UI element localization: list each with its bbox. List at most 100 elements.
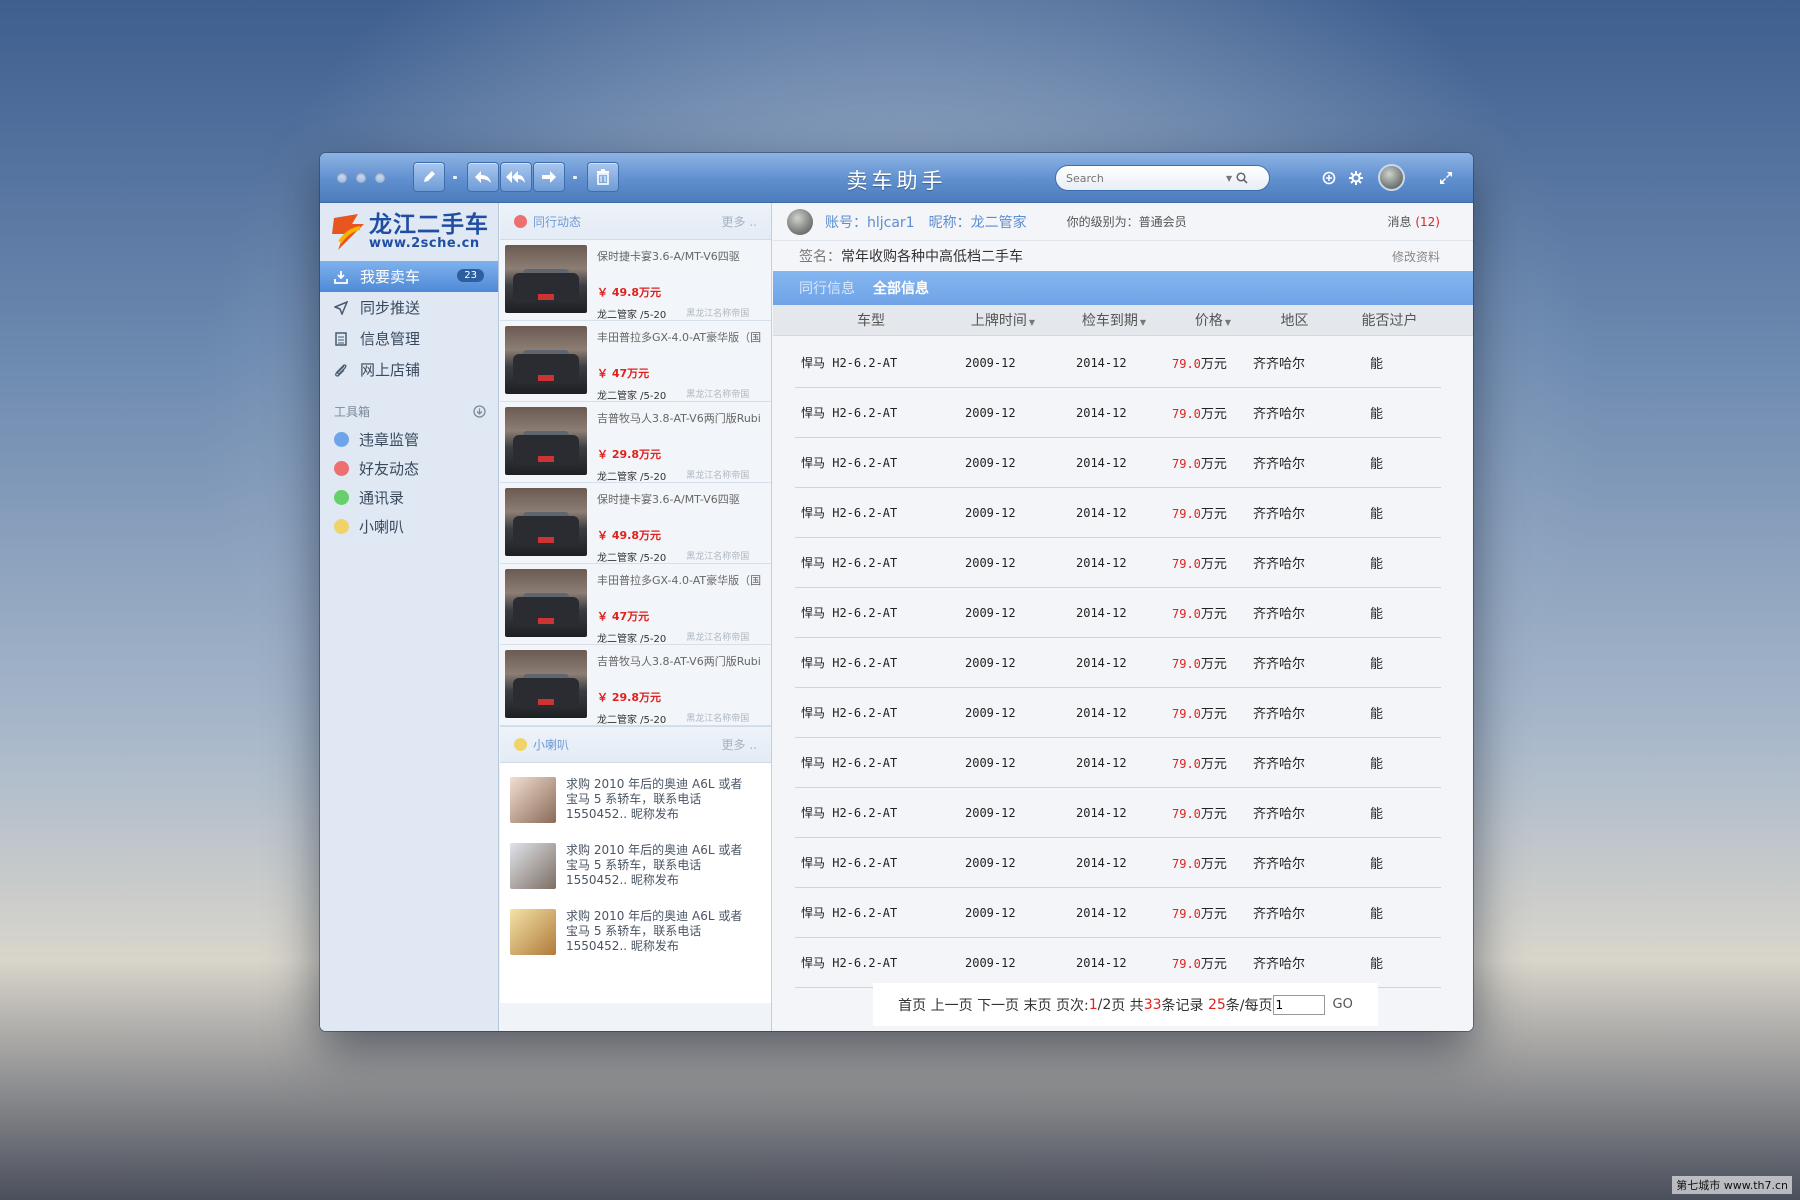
- tool-contacts[interactable]: 通讯录: [334, 483, 419, 512]
- cell-model: 悍马 H2-6.2-AT: [801, 756, 898, 770]
- add-icon[interactable]: [1320, 169, 1338, 187]
- search-input[interactable]: [1066, 171, 1226, 185]
- cell-inspection-date: 2014-12: [1076, 855, 1127, 870]
- cell-price-unit: 万元: [1200, 557, 1227, 572]
- search-icon[interactable]: [1236, 172, 1248, 184]
- search-box[interactable]: ▼: [1055, 165, 1270, 191]
- car-list-item[interactable]: 吉普牧马人3.8-AT-V6两门版Rubi ￥ 29.8万元 龙二管家 /5-20 黑…: [500, 402, 771, 483]
- sort-down-icon: ▼: [1224, 318, 1232, 327]
- tab-all-info[interactable]: 全部信息: [873, 278, 929, 298]
- cell-inspection-date: 2014-12: [1076, 655, 1127, 670]
- tab-peer-info[interactable]: 同行信息: [799, 278, 855, 298]
- table-row[interactable]: 悍马 H2-6.2-AT 2009-12 2014-12 79.0万元 齐齐哈尔 能: [795, 788, 1441, 838]
- cell-price-unit: 万元: [1200, 907, 1227, 922]
- document-icon: [332, 331, 350, 347]
- sidebar-item-info-manage[interactable]: 信息管理: [320, 323, 498, 354]
- per-page-suffix: 条/每页: [1225, 997, 1273, 1014]
- user-avatar[interactable]: [1378, 164, 1405, 191]
- car-photo[interactable]: [505, 488, 587, 556]
- car-photo[interactable]: [505, 326, 587, 394]
- col-transferable[interactable]: 能否过户: [1332, 310, 1447, 330]
- car-list-item[interactable]: 丰田普拉多GX-4.0-AT豪华版（国 ￥ 47万元 龙二管家 /5-20 黑龙江名称…: [500, 564, 771, 645]
- go-button[interactable]: GO: [1333, 997, 1353, 1012]
- search-dropdown-icon[interactable]: ▼: [1226, 174, 1232, 183]
- table-row[interactable]: 悍马 H2-6.2-AT 2009-12 2014-12 79.0万元 齐齐哈尔 能: [795, 938, 1441, 988]
- poster-avatar[interactable]: [510, 843, 556, 889]
- fullscreen-icon[interactable]: [1437, 169, 1455, 187]
- more-link[interactable]: 更多 ..: [722, 736, 757, 753]
- car-list-item[interactable]: 吉普牧马人3.8-AT-V6两门版Rubi ￥ 29.8万元 龙二管家 /5-20 黑…: [500, 645, 771, 726]
- car-title[interactable]: 保时捷卡宴3.6-A/MT-V6四驱: [597, 491, 762, 507]
- car-list-item[interactable]: 保时捷卡宴3.6-A/MT-V6四驱 ￥ 49.8万元 龙二管家 /5-20 黑龙江名…: [500, 483, 771, 564]
- car-list-item[interactable]: 丰田普拉多GX-4.0-AT豪华版（国 ￥ 47万元 龙二管家 /5-20 黑龙江名称…: [500, 321, 771, 402]
- car-title[interactable]: 丰田普拉多GX-4.0-AT豪华版（国: [597, 572, 762, 588]
- nickname-label: 昵称：龙二管家: [928, 214, 1027, 231]
- cell-price: 79.0: [1172, 757, 1201, 771]
- cell-price: 79.0: [1172, 807, 1201, 821]
- more-link[interactable]: 更多 ..: [722, 213, 757, 230]
- table-row[interactable]: 悍马 H2-6.2-AT 2009-12 2014-12 79.0万元 齐齐哈尔 能: [795, 638, 1441, 688]
- red-dot-icon: [514, 214, 527, 228]
- col-model[interactable]: 车型: [795, 310, 947, 330]
- tool-friend-feed[interactable]: 好友动态: [334, 454, 419, 483]
- page-number-input[interactable]: [1272, 994, 1325, 1015]
- car-photo[interactable]: [505, 650, 587, 718]
- cell-transferable: 能: [1370, 957, 1384, 972]
- car-price: ￥ 49.8万元: [597, 286, 661, 299]
- car-list-item[interactable]: 保时捷卡宴3.6-A/MT-V6四驱 ￥ 49.8万元 龙二管家 /5-20 黑龙江名…: [500, 240, 771, 321]
- cell-inspection-date: 2014-12: [1076, 505, 1127, 520]
- table-row[interactable]: 悍马 H2-6.2-AT 2009-12 2014-12 79.0万元 齐齐哈尔 能: [795, 488, 1441, 538]
- col-region[interactable]: 地区: [1257, 310, 1332, 330]
- col-inspection-date[interactable]: 检车到期 ▼: [1059, 310, 1169, 330]
- car-price: ￥ 47万元: [597, 610, 650, 623]
- edit-profile-link[interactable]: 修改资料: [1392, 248, 1440, 265]
- first-page-link[interactable]: 首页: [898, 995, 926, 1015]
- cell-model: 悍马 H2-6.2-AT: [801, 656, 898, 670]
- car-title[interactable]: 吉普牧马人3.8-AT-V6两门版Rubi: [597, 653, 762, 669]
- table-row[interactable]: 悍马 H2-6.2-AT 2009-12 2014-12 79.0万元 齐齐哈尔 能: [795, 888, 1441, 938]
- car-title[interactable]: 吉普牧马人3.8-AT-V6两门版Rubi: [597, 410, 762, 426]
- poster-avatar[interactable]: [510, 777, 556, 823]
- brand-logo[interactable]: 龙江二手车 www.2sche.cn: [330, 211, 490, 253]
- table-row[interactable]: 悍马 H2-6.2-AT 2009-12 2014-12 79.0万元 齐齐哈尔 能: [795, 538, 1441, 588]
- car-photo[interactable]: [505, 245, 587, 313]
- profile-avatar[interactable]: [787, 208, 813, 235]
- car-title[interactable]: 保时捷卡宴3.6-A/MT-V6四驱: [597, 248, 762, 264]
- car-photo[interactable]: [505, 569, 587, 637]
- cell-model: 悍马 H2-6.2-AT: [801, 906, 898, 920]
- messages-link[interactable]: 消息 (12): [1388, 213, 1440, 230]
- last-page-link[interactable]: 末页: [1024, 995, 1052, 1015]
- sidebar-item-online-store[interactable]: 网上店铺: [320, 354, 498, 385]
- tool-horn[interactable]: 小喇叭: [334, 512, 419, 541]
- tool-label: 好友动态: [359, 460, 420, 478]
- sidebar: 龙江二手车 www.2sche.cn 我要卖车 23 同步推送 信息管理 网上店…: [320, 203, 499, 1031]
- toolbox-list: 违章监管 好友动态 通讯录 小喇叭: [334, 425, 419, 541]
- horn-list-item[interactable]: 求购 2010 年后的奥迪 A6L 或者宝马 5 系轿车，联系电话 155045…: [500, 833, 771, 899]
- table-row[interactable]: 悍马 H2-6.2-AT 2009-12 2014-12 79.0万元 齐齐哈尔 能: [795, 338, 1441, 388]
- sidebar-item-sell-car[interactable]: 我要卖车 23: [320, 261, 498, 292]
- table-row[interactable]: 悍马 H2-6.2-AT 2009-12 2014-12 79.0万元 齐齐哈尔 能: [795, 738, 1441, 788]
- cell-region: 齐齐哈尔: [1253, 807, 1306, 822]
- next-page-link[interactable]: 下一页: [977, 995, 1019, 1015]
- horn-list-item[interactable]: 求购 2010 年后的奥迪 A6L 或者宝马 5 系轿车，联系电话 155045…: [500, 767, 771, 833]
- car-photo[interactable]: [505, 407, 587, 475]
- table-row[interactable]: 悍马 H2-6.2-AT 2009-12 2014-12 79.0万元 齐齐哈尔 能: [795, 688, 1441, 738]
- gear-icon[interactable]: [1347, 169, 1365, 187]
- cell-register-date: 2009-12: [965, 955, 1016, 970]
- prev-page-link[interactable]: 上一页: [931, 995, 973, 1015]
- sidebar-item-sync-push[interactable]: 同步推送: [320, 292, 498, 323]
- table-row[interactable]: 悍马 H2-6.2-AT 2009-12 2014-12 79.0万元 齐齐哈尔 能: [795, 588, 1441, 638]
- table-row[interactable]: 悍马 H2-6.2-AT 2009-12 2014-12 79.0万元 齐齐哈尔 能: [795, 838, 1441, 888]
- col-register-date[interactable]: 上牌时间 ▼: [947, 310, 1059, 330]
- table-row[interactable]: 悍马 H2-6.2-AT 2009-12 2014-12 79.0万元 齐齐哈尔 能: [795, 438, 1441, 488]
- green-dot-icon: [334, 490, 349, 505]
- car-title[interactable]: 丰田普拉多GX-4.0-AT豪华版（国: [597, 329, 762, 345]
- horn-list-item[interactable]: 求购 2010 年后的奥迪 A6L 或者宝马 5 系轿车，联系电话 155045…: [500, 899, 771, 965]
- table-row[interactable]: 悍马 H2-6.2-AT 2009-12 2014-12 79.0万元 齐齐哈尔 能: [795, 388, 1441, 438]
- tool-violation[interactable]: 违章监管: [334, 425, 419, 454]
- send-icon: [332, 300, 350, 316]
- collapse-icon[interactable]: [473, 405, 486, 418]
- poster-avatar[interactable]: [510, 909, 556, 955]
- col-label: 上牌时间: [970, 313, 1027, 329]
- col-price[interactable]: 价格 ▼: [1169, 310, 1257, 330]
